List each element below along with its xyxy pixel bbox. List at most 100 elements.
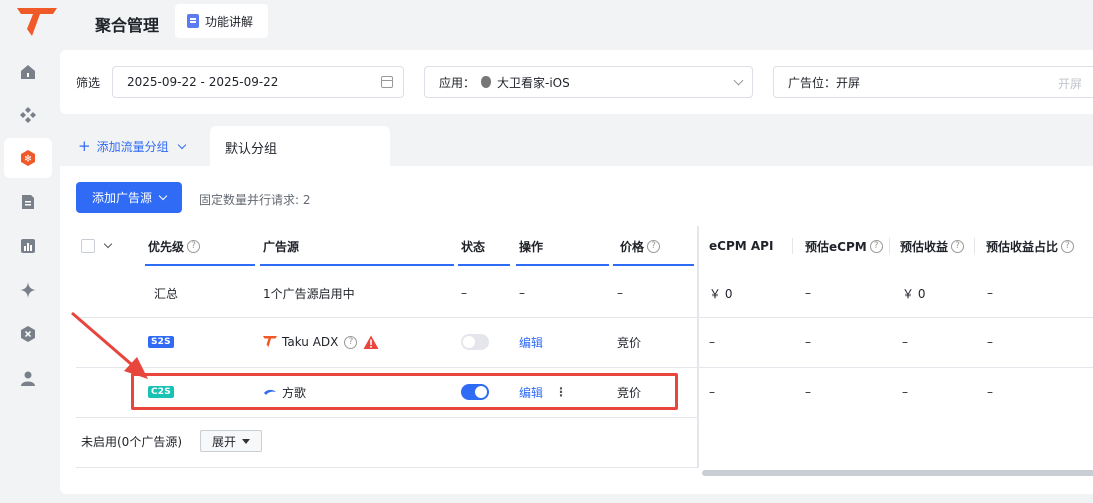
nav-close-hex-icon[interactable] [4, 314, 52, 354]
source-cell: Taku ADX ? [263, 332, 379, 352]
help-icon[interactable]: ? [1061, 239, 1075, 253]
header-underline [516, 264, 609, 266]
help-icon[interactable]: ? [951, 239, 965, 253]
est-ecpm-value: – [805, 335, 811, 349]
ad-slot-type: 开屏 [1057, 77, 1082, 91]
select-all[interactable] [81, 236, 113, 256]
chevron-down-icon [158, 191, 168, 201]
date-range-picker[interactable]: 2025-09-22 - 2025-09-22 [112, 66, 404, 98]
nav-analytics-icon[interactable] [4, 226, 52, 266]
disabled-sources-label: 未启用(0个广告源) [81, 434, 182, 449]
row-divider [76, 467, 698, 468]
column-separator [792, 238, 793, 254]
ad-source-table: 优先级? 广告源 状态 操作 价格? eCPM API 预估eCPM? 预估收益… [76, 226, 1093, 494]
header-priority: 优先级? [148, 236, 201, 256]
summary-est-revenue: ￥ 0 [902, 286, 926, 301]
row-divider [76, 367, 1093, 368]
chevron-down-icon[interactable] [103, 239, 113, 249]
ad-slot-label: 广告位：开屏 [788, 75, 861, 90]
summary-action: – [519, 286, 525, 300]
header-action: 操作 [519, 239, 544, 254]
svg-text:✻: ✻ [24, 155, 32, 165]
summary-source: 1个广告源启用中 [263, 286, 355, 301]
document-icon [187, 14, 199, 28]
expand-button[interactable]: 展开 [200, 430, 262, 452]
warning-icon[interactable] [363, 335, 379, 350]
app-select-label: 应用： [439, 75, 476, 90]
header-est-share: 预估收益占比? [986, 236, 1075, 256]
page-title: 聚合管理 [95, 16, 160, 35]
tab-default-group[interactable]: 默认分组 [210, 126, 390, 166]
add-traffic-group-label: 添加流量分组 [96, 139, 169, 154]
taku-logo-icon [263, 336, 277, 347]
summary-est-ecpm: – [805, 286, 811, 300]
chevron-down-icon [733, 75, 744, 86]
status-toggle[interactable] [461, 332, 489, 352]
app-logo[interactable] [16, 7, 58, 37]
summary-label: 汇总 [154, 286, 179, 301]
feature-guide-button[interactable]: 功能讲解 [175, 4, 268, 38]
main-panel: 添加广告源 固定数量并行请求: 2 优先级? 广告源 状态 操作 价格? eCP… [60, 166, 1093, 494]
header-est-revenue-label: 预估收益 [900, 239, 949, 254]
edit-link[interactable]: 编辑 [519, 332, 543, 352]
help-icon[interactable]: ? [869, 239, 883, 253]
header-est-ecpm-label: 预估eCPM [805, 239, 867, 254]
header-priority-label: 优先级 [148, 239, 185, 254]
row-divider [76, 317, 1093, 318]
help-icon[interactable]: ? [344, 335, 358, 349]
ecpm-api-value: – [709, 385, 715, 399]
header-ecpm-api: eCPM API [709, 239, 774, 253]
summary-ecpm-api: ￥ 0 [709, 286, 733, 301]
est-revenue-value: – [902, 335, 908, 349]
summary-status: – [461, 286, 467, 300]
status-switch-off[interactable] [461, 334, 489, 350]
est-revenue-value: – [902, 385, 908, 399]
header-price-label: 价格 [620, 239, 645, 254]
filter-label: 筛选 [76, 76, 101, 90]
nav-user-icon[interactable] [4, 358, 52, 398]
nav-apps-icon[interactable] [4, 95, 52, 135]
nav-mediation-icon[interactable]: ✻ [4, 138, 52, 178]
ecpm-api-value: – [709, 335, 715, 349]
select-all-checkbox[interactable] [81, 239, 95, 253]
plus-icon: + [78, 137, 91, 155]
caret-down-icon [242, 438, 250, 444]
header-underline [145, 264, 255, 266]
add-traffic-group-button[interactable]: + 添加流量分组 [78, 137, 186, 155]
row-divider [76, 417, 698, 418]
nav-home-icon[interactable] [4, 52, 52, 92]
ad-slot-select[interactable]: 广告位：开屏 开屏 [773, 66, 1093, 98]
source-name: Taku ADX [282, 335, 339, 349]
left-nav: ✻ [0, 0, 58, 503]
nav-report-icon[interactable] [4, 182, 52, 222]
nav-sparkle-icon[interactable] [4, 270, 52, 310]
help-icon[interactable]: ? [187, 239, 201, 253]
horizontal-scrollbar[interactable] [702, 470, 1093, 476]
summary-price: – [617, 286, 623, 300]
header-est-ecpm: 预估eCPM? [805, 236, 883, 256]
calendar-icon [381, 76, 393, 88]
est-share-value: – [987, 385, 993, 399]
header-status: 状态 [461, 239, 486, 254]
column-separator [889, 238, 890, 254]
priority-badge: S2S [148, 332, 174, 352]
feature-guide-label: 功能讲解 [205, 14, 254, 29]
est-share-value: – [987, 335, 993, 349]
header-underline [458, 264, 510, 266]
header-underline [260, 264, 454, 266]
date-range-value: 2025-09-22 - 2025-09-22 [127, 75, 279, 89]
price-type: 竞价 [617, 335, 642, 350]
chevron-down-icon [177, 140, 186, 149]
app-select-value: 大卫看家-iOS [497, 75, 570, 90]
apple-icon [481, 76, 492, 88]
expand-label: 展开 [211, 434, 236, 449]
highlight-box [131, 373, 678, 410]
app-select[interactable]: 应用： 大卫看家-iOS [424, 66, 753, 98]
summary-est-share: – [987, 286, 993, 300]
est-ecpm-value: – [805, 385, 811, 399]
add-ad-source-button[interactable]: 添加广告源 [76, 182, 182, 213]
help-icon[interactable]: ? [647, 239, 661, 253]
concurrency-info: 固定数量并行请求: 2 [199, 193, 311, 207]
column-separator [974, 238, 975, 254]
header-source: 广告源 [263, 239, 300, 254]
